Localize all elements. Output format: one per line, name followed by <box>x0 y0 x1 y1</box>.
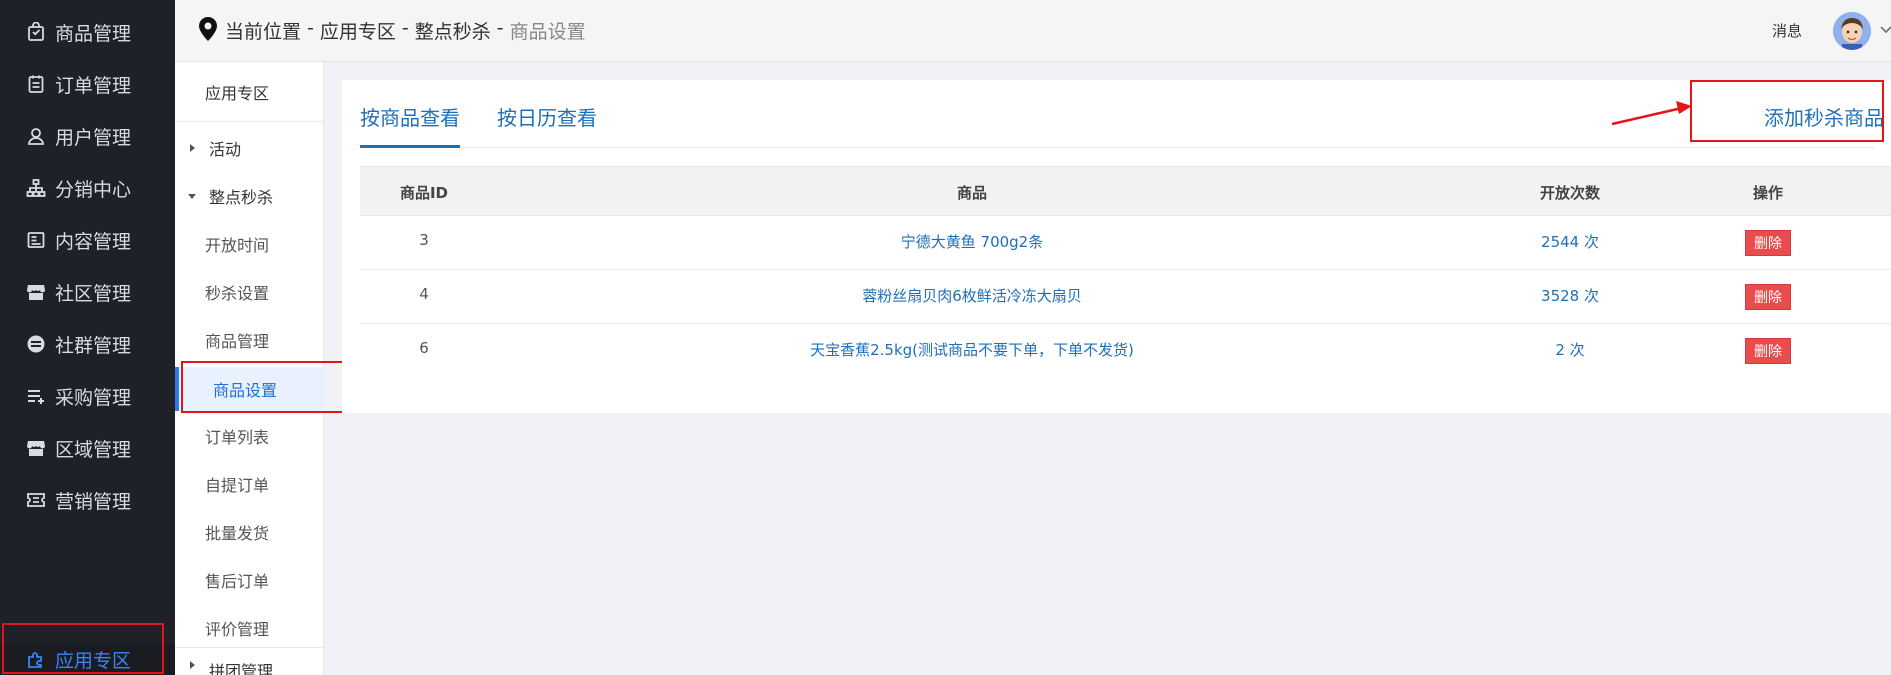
top-header: 当前位置 - 应用专区 - 整点秒杀 - 商品设置 消息 <box>175 0 1891 62</box>
cell-count[interactable]: 3528 次 <box>1541 285 1599 306</box>
subnav-group-flash-sale[interactable]: 整点秒杀 <box>175 176 324 216</box>
subnav-item-goods-manage[interactable]: 商品管理 <box>175 320 324 360</box>
subnav-item-batch-ship[interactable]: 批量发货 <box>175 512 324 552</box>
cell-id: 6 <box>419 339 429 357</box>
sidebar-item-group[interactable]: 社群管理 <box>0 324 175 364</box>
subnav-title: 应用专区 <box>175 62 324 122</box>
breadcrumb: 当前位置 - 应用专区 - 整点秒杀 - 商品设置 <box>225 17 586 44</box>
subnav-group-activity[interactable]: 活动 <box>175 128 324 168</box>
breadcrumb-separator: - <box>401 17 409 39</box>
store-icon <box>25 281 47 303</box>
subnav-item-order-list[interactable]: 订单列表 <box>175 416 324 456</box>
cell-id: 3 <box>419 231 429 249</box>
tab-by-calendar[interactable]: 按日历查看 <box>497 102 597 148</box>
cell-id: 4 <box>419 285 429 303</box>
sidebar-item-orders[interactable]: 订单管理 <box>0 64 175 104</box>
sidebar-item-content[interactable]: 内容管理 <box>0 220 175 260</box>
subnav-item-reviews[interactable]: 评价管理 <box>175 608 324 648</box>
main-panel: 按商品查看 按日历查看 添加秒杀商品 商品ID 商品 开放次数 操作 3 宁德大… <box>342 80 1891 413</box>
sidebar-item-label: 营销管理 <box>55 490 132 513</box>
sidebar-item-label: 采购管理 <box>55 386 132 409</box>
delete-button[interactable]: 删除 <box>1745 338 1791 364</box>
col-header-goods: 商品 <box>956 184 988 202</box>
sidebar-item-label: 内容管理 <box>55 230 132 253</box>
breadcrumb-current: 商品设置 <box>509 21 586 43</box>
subnav-item-sale-settings[interactable]: 秒杀设置 <box>175 272 324 312</box>
add-flash-sale-goods-button[interactable]: 添加秒杀商品 <box>1764 102 1884 131</box>
col-header-count: 开放次数 <box>1539 184 1601 202</box>
subnav-item-pickup-orders[interactable]: 自提订单 <box>175 464 324 504</box>
table-row: 4 蓉粉丝扇贝肉6枚鲜活冷冻大扇贝 3528 次 删除 <box>360 270 1891 324</box>
table-header: 商品ID 商品 开放次数 操作 <box>360 166 1891 216</box>
message-link[interactable]: 消息 <box>1772 20 1802 41</box>
cell-product-link[interactable]: 蓉粉丝扇贝肉6枚鲜活冷冻大扇贝 <box>862 285 1082 306</box>
cell-count[interactable]: 2544 次 <box>1541 231 1599 252</box>
store-icon <box>25 437 47 459</box>
puzzle-icon <box>25 648 47 670</box>
caret-right-icon <box>185 658 199 672</box>
breadcrumb-flash-sale[interactable]: 整点秒杀 <box>415 17 491 44</box>
col-header-id: 商品ID <box>399 184 449 202</box>
table-row: 3 宁德大黄鱼 700g2条 2544 次 删除 <box>360 216 1891 270</box>
clipboard-icon <box>25 73 47 95</box>
tab-by-goods[interactable]: 按商品查看 <box>360 102 460 148</box>
sidebar-item-purchase[interactable]: 采购管理 <box>0 376 175 416</box>
cell-product-link[interactable]: 天宝香蕉2.5kg(测试商品不要下单，下单不发货) <box>810 339 1134 360</box>
subnav-item-after-sales[interactable]: 售后订单 <box>175 560 324 600</box>
sidebar-item-region[interactable]: 区域管理 <box>0 428 175 468</box>
subnav-group-label: 拼团管理 <box>209 662 274 675</box>
bag-icon <box>25 21 47 43</box>
breadcrumb-apps[interactable]: 应用专区 <box>320 17 396 44</box>
cell-product-link[interactable]: 宁德大黄鱼 700g2条 <box>901 231 1043 252</box>
sub-navigation: 应用专区 活动 整点秒杀 开放时间 秒杀设置 商品管理 商品设置 订单列表 自提… <box>175 62 324 675</box>
sidebar-item-goods[interactable]: 商品管理 <box>0 12 175 52</box>
col-header-action: 操作 <box>1752 184 1784 202</box>
sidebar-item-label: 社群管理 <box>55 334 132 357</box>
user-icon <box>25 125 47 147</box>
sidebar-item-label: 分销中心 <box>55 178 132 201</box>
sidebar-item-label: 商品管理 <box>55 22 132 45</box>
delete-button[interactable]: 删除 <box>1745 230 1791 256</box>
circle-minus-icon <box>25 333 47 355</box>
chevron-down-icon[interactable] <box>1879 22 1891 36</box>
view-tabs: 按商品查看 按日历查看 <box>360 80 1875 148</box>
sidebar-item-label: 订单管理 <box>55 74 132 97</box>
org-chart-icon <box>25 177 47 199</box>
subnav-group-group-buy[interactable]: 拼团管理 <box>175 658 324 675</box>
breadcrumb-separator: - <box>496 17 504 39</box>
breadcrumb-separator: - <box>307 17 314 39</box>
caret-down-icon <box>185 189 199 203</box>
subnav-item-goods-settings[interactable]: 商品设置 <box>175 367 324 411</box>
subnav-group-label: 活动 <box>209 140 242 159</box>
sidebar-item-marketing[interactable]: 营销管理 <box>0 480 175 520</box>
caret-right-icon <box>185 141 199 155</box>
sidebar-item-apps[interactable]: 应用专区 <box>0 643 175 675</box>
sidebar-item-label: 社区管理 <box>55 282 132 305</box>
sidebar-item-distribution[interactable]: 分销中心 <box>0 168 175 208</box>
cell-count[interactable]: 2 次 <box>1555 339 1584 360</box>
delete-button[interactable]: 删除 <box>1745 284 1791 310</box>
location-pin-icon <box>197 16 219 42</box>
subnav-group-label: 整点秒杀 <box>209 188 274 207</box>
sidebar-item-users[interactable]: 用户管理 <box>0 116 175 156</box>
breadcrumb-location: 当前位置 <box>225 21 302 43</box>
subnav-item-open-time[interactable]: 开放时间 <box>175 224 324 264</box>
avatar[interactable] <box>1833 12 1871 50</box>
sidebar-item-label: 用户管理 <box>55 126 132 149</box>
main-sidebar: 商品管理 订单管理 用户管理 分销中心 内容管理 社区管理 社群管理 采购管理 … <box>0 0 175 675</box>
list-plus-icon <box>25 385 47 407</box>
table-row: 6 天宝香蕉2.5kg(测试商品不要下单，下单不发货) 2 次 删除 <box>360 324 1891 378</box>
ticket-icon <box>25 489 47 511</box>
sidebar-item-label: 区域管理 <box>55 438 132 461</box>
document-icon <box>25 229 47 251</box>
sidebar-item-label: 应用专区 <box>55 649 132 672</box>
sidebar-item-community[interactable]: 社区管理 <box>0 272 175 312</box>
